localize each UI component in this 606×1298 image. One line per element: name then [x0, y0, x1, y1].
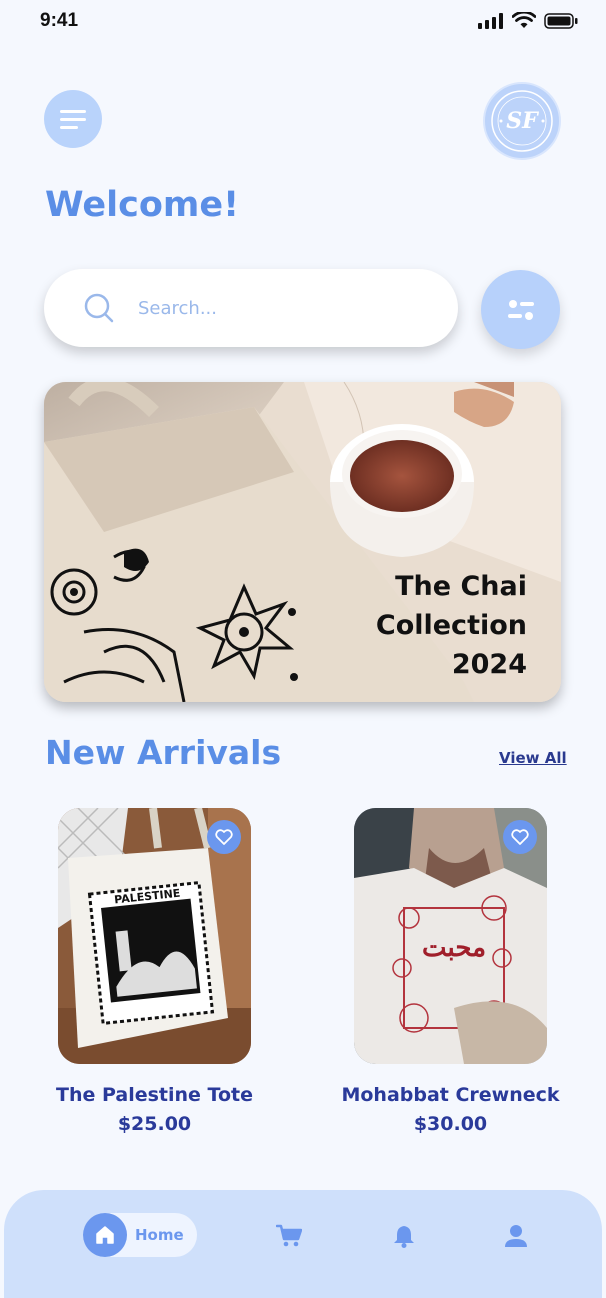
menu-button[interactable] — [44, 90, 102, 148]
product-name: Mohabbat Crewneck — [341, 1084, 560, 1106]
bottom-tab-bar: Home — [4, 1190, 602, 1298]
view-all-link[interactable]: View All — [499, 749, 567, 767]
svg-text:SF: SF — [506, 108, 539, 134]
wifi-icon — [512, 12, 536, 28]
banner-title: The Chai Collection 2024 — [375, 571, 527, 680]
cellular-signal-icon — [478, 12, 503, 29]
profile-icon[interactable] — [504, 1224, 528, 1248]
heart-icon — [511, 829, 529, 845]
menu-line — [60, 109, 86, 113]
new-arrivals-heading: New Arrivals — [45, 733, 282, 772]
brand-logo[interactable]: SF — [483, 82, 561, 160]
product-card[interactable]: PALESTINE The Palestine Tote $25.00 — [56, 808, 253, 1135]
status-icons — [478, 12, 578, 29]
bell-icon[interactable] — [393, 1224, 415, 1248]
product-name: The Palestine Tote — [55, 1084, 254, 1106]
status-time: 9:41 — [40, 10, 79, 31]
status-bar: 9:41 — [0, 0, 606, 44]
filter-icon — [507, 299, 534, 320]
favorite-button[interactable] — [207, 820, 241, 854]
tab-home[interactable]: Home — [83, 1213, 197, 1257]
search-icon — [84, 293, 114, 323]
home-icon-wrap — [83, 1213, 127, 1257]
menu-line — [60, 125, 78, 129]
promo-banner[interactable]: The Chai Collection 2024 — [44, 382, 561, 702]
svg-text:محبت: محبت — [422, 933, 486, 963]
product-price: $25.00 — [117, 1113, 192, 1135]
menu-line — [60, 117, 86, 121]
product-image[interactable]: PALESTINE — [58, 808, 251, 1064]
tab-home-label: Home — [135, 1226, 184, 1244]
battery-icon — [544, 12, 578, 29]
search-input[interactable] — [138, 297, 418, 319]
welcome-heading: Welcome! — [45, 185, 240, 225]
brand-logo-mark: SF — [491, 90, 553, 152]
product-image[interactable]: محبت — [354, 808, 547, 1064]
cart-icon[interactable] — [276, 1224, 302, 1248]
filter-button[interactable] — [481, 270, 560, 349]
product-card[interactable]: محبت Mohabbat Crewneck $30.00 — [341, 808, 560, 1135]
product-price: $30.00 — [413, 1113, 488, 1135]
heart-icon — [215, 829, 233, 845]
home-icon — [96, 1226, 114, 1244]
search-bar[interactable] — [44, 269, 458, 347]
favorite-button[interactable] — [503, 820, 537, 854]
